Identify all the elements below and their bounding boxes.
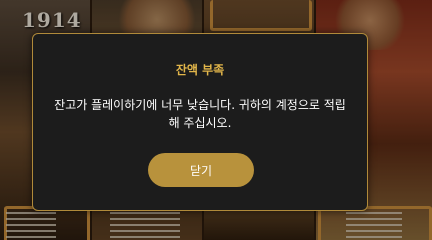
dialog-title: 잔액 부족: [175, 63, 225, 77]
close-button[interactable]: 닫기: [148, 153, 254, 187]
dialog-message: 잔고가 플레이하기에 너무 낮습니다. 귀하의 계정으로 적립해 주십시오.: [54, 98, 346, 130]
insufficient-balance-dialog: 잔액 부족 잔고가 플레이하기에 너무 낮습니다. 귀하의 계정으로 적립해 주…: [32, 33, 368, 211]
